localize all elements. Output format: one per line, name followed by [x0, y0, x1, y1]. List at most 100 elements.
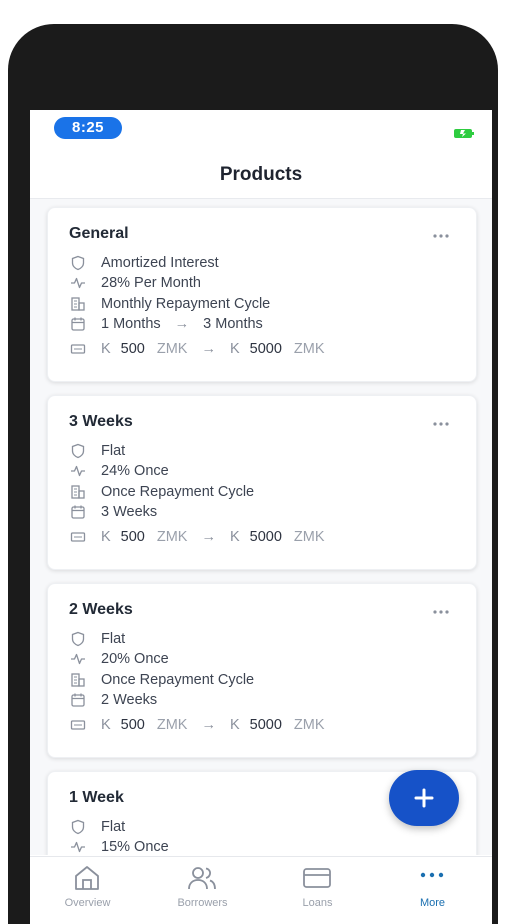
- interest-type-row: Amortized Interest: [70, 254, 219, 272]
- amount-min: 500: [120, 341, 145, 357]
- money-icon: [70, 341, 86, 357]
- arrow-right-icon: →: [201, 529, 216, 545]
- rate-row: 28% Per Month: [70, 274, 201, 292]
- status-time: 8:25: [54, 117, 122, 139]
- page-title: Products: [219, 164, 303, 185]
- calendar-icon: [70, 504, 86, 520]
- repayment-cycle: Once Repayment Cycle: [101, 672, 255, 688]
- users-icon: [187, 865, 217, 891]
- amount-row: K 500 ZMK → K 5000 ZMK: [70, 716, 325, 734]
- repayment-cycle-row: Once Repayment Cycle: [70, 671, 254, 689]
- building-icon: [70, 484, 86, 500]
- product-card-2-weeks[interactable]: 2 Weeks Flat 20% Once Once Repayment Cyc…: [47, 583, 477, 758]
- plus-icon: [414, 788, 434, 808]
- repayment-cycle-row: Once Repayment Cycle: [70, 483, 254, 501]
- app-header: Products: [30, 146, 492, 199]
- amount-min: 500: [120, 717, 145, 733]
- tab-more[interactable]: More: [375, 857, 490, 924]
- device-frame: 8:25 Products General Amortized Interest…: [8, 24, 498, 924]
- amount-max: 5000: [249, 717, 282, 733]
- amount-row: K 500 ZMK → K 5000 ZMK: [70, 340, 325, 358]
- interest-type-row: Flat: [70, 630, 125, 648]
- product-name: 3 Weeks: [69, 413, 133, 430]
- activity-icon: [70, 651, 86, 667]
- amount-min: 500: [120, 529, 145, 545]
- currency: ZMK: [293, 529, 325, 545]
- repayment-cycle-row: Monthly Repayment Cycle: [70, 295, 270, 313]
- amount-prefix: K: [229, 529, 240, 545]
- rate-row: 15% Once: [70, 838, 169, 855]
- tab-label: More: [419, 897, 446, 909]
- tab-label: Loans: [302, 897, 333, 909]
- amount-prefix: K: [101, 341, 111, 357]
- rate-row: 24% Once: [70, 462, 169, 480]
- product-card-3-weeks[interactable]: 3 Weeks Flat 24% Once Once Repayment Cyc…: [47, 395, 477, 570]
- currency: ZMK: [156, 529, 188, 545]
- currency: ZMK: [293, 341, 325, 357]
- shield-icon: [70, 819, 86, 835]
- more-options-icon[interactable]: [432, 226, 450, 238]
- amount-max: 5000: [249, 341, 282, 357]
- tab-borrowers[interactable]: Borrowers: [145, 857, 260, 924]
- more-options-icon[interactable]: [432, 414, 450, 426]
- currency: ZMK: [293, 717, 325, 733]
- interest-rate: 20% Once: [101, 651, 169, 667]
- amount-prefix: K: [101, 717, 111, 733]
- battery-icon: [454, 125, 474, 138]
- arrow-right-icon: →: [201, 717, 216, 733]
- duration-max: 3 Months: [203, 316, 263, 332]
- shield-icon: [70, 443, 86, 459]
- product-name: General: [69, 225, 129, 242]
- currency: ZMK: [156, 717, 188, 733]
- duration-row: 3 Weeks: [70, 503, 157, 521]
- duration: 3 Weeks: [101, 504, 158, 520]
- money-icon: [70, 529, 86, 545]
- tab-label: Borrowers: [177, 897, 228, 909]
- building-icon: [70, 296, 86, 312]
- product-card-general[interactable]: General Amortized Interest 28% Per Month…: [47, 207, 477, 382]
- product-name: 1 Week: [69, 789, 124, 806]
- activity-icon: [70, 839, 86, 855]
- amount-prefix: K: [229, 341, 240, 357]
- duration: 2 Weeks: [101, 692, 158, 708]
- interest-type: Flat: [101, 631, 126, 647]
- building-icon: [70, 672, 86, 688]
- amount-prefix: K: [101, 529, 111, 545]
- duration-row: 2 Weeks: [70, 691, 157, 709]
- tab-loans[interactable]: Loans: [260, 857, 375, 924]
- interest-rate: 15% Once: [101, 839, 169, 855]
- duration-min: 1 Months: [101, 316, 161, 332]
- bottom-tab-bar: Overview Borrowers Loans More: [30, 856, 492, 924]
- calendar-icon: [70, 692, 86, 708]
- card-icon: [302, 865, 332, 891]
- shield-icon: [70, 255, 86, 271]
- tab-overview[interactable]: Overview: [30, 857, 145, 924]
- home-icon: [72, 865, 102, 891]
- screen: 8:25 Products General Amortized Interest…: [30, 110, 492, 924]
- interest-type: Flat: [101, 819, 126, 835]
- interest-type-row: Flat: [70, 442, 125, 460]
- product-name: 2 Weeks: [69, 601, 133, 618]
- more-icon: [417, 865, 447, 891]
- interest-type: Flat: [101, 443, 126, 459]
- amount-max: 5000: [249, 529, 282, 545]
- duration-row: 1 Months → 3 Months: [70, 315, 263, 333]
- add-product-button[interactable]: [389, 770, 459, 826]
- products-list[interactable]: General Amortized Interest 28% Per Month…: [30, 199, 492, 855]
- calendar-icon: [70, 316, 86, 332]
- arrow-right-icon: →: [201, 341, 216, 357]
- interest-rate: 28% Per Month: [101, 275, 201, 291]
- shield-icon: [70, 631, 86, 647]
- more-options-icon[interactable]: [432, 602, 450, 614]
- activity-icon: [70, 275, 86, 291]
- interest-type-row: Flat: [70, 818, 125, 836]
- amount-row: K 500 ZMK → K 5000 ZMK: [70, 528, 325, 546]
- tab-label: Overview: [64, 897, 111, 909]
- repayment-cycle: Monthly Repayment Cycle: [101, 296, 271, 312]
- money-icon: [70, 717, 86, 733]
- rate-row: 20% Once: [70, 650, 169, 668]
- interest-type: Amortized Interest: [101, 255, 219, 271]
- repayment-cycle: Once Repayment Cycle: [101, 484, 255, 500]
- activity-icon: [70, 463, 86, 479]
- status-bar: 8:25: [30, 110, 492, 146]
